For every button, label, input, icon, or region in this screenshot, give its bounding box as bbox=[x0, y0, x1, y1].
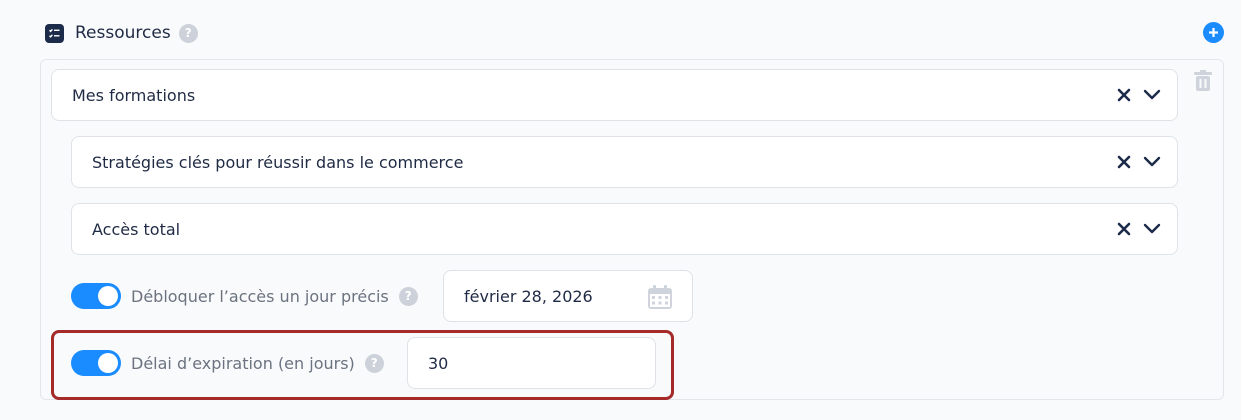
access-select[interactable]: Accès total bbox=[71, 203, 1178, 255]
expiration-label: Délai d’expiration (en jours) bbox=[131, 353, 355, 373]
course-select[interactable]: Stratégies clés pour réussir dans le com… bbox=[71, 136, 1178, 188]
chevron-down-icon[interactable] bbox=[1143, 223, 1161, 235]
access-value: Accès total bbox=[92, 219, 181, 239]
expiration-days-input[interactable]: 30 bbox=[407, 337, 656, 389]
unlock-date-input[interactable]: février 28, 2026 bbox=[443, 270, 693, 322]
toggle-knob bbox=[98, 286, 118, 306]
help-icon[interactable]: ? bbox=[364, 353, 384, 373]
chevron-down-icon[interactable] bbox=[1143, 89, 1161, 101]
clear-icon[interactable] bbox=[1117, 222, 1131, 236]
category-value: Mes formations bbox=[72, 85, 196, 105]
section-title: Ressources bbox=[75, 23, 171, 43]
clear-icon[interactable] bbox=[1117, 88, 1131, 102]
category-select[interactable]: Mes formations bbox=[51, 69, 1178, 121]
calendar-icon[interactable] bbox=[648, 285, 672, 313]
help-icon[interactable]: ? bbox=[398, 286, 418, 306]
plus-icon bbox=[1209, 28, 1218, 37]
clear-icon[interactable] bbox=[1117, 155, 1131, 169]
unlock-date-value: février 28, 2026 bbox=[464, 286, 593, 306]
trash-icon[interactable] bbox=[1194, 70, 1212, 95]
add-resource-button[interactable] bbox=[1203, 22, 1224, 43]
help-icon[interactable]: ? bbox=[178, 23, 198, 43]
expiration-option: Délai d’expiration (en jours) ? bbox=[131, 350, 384, 376]
resources-header: Ressources ? bbox=[45, 20, 198, 46]
chevron-down-icon[interactable] bbox=[1143, 156, 1161, 168]
unlock-date-label: Débloquer l’accès un jour précis bbox=[131, 286, 389, 306]
toggle-knob bbox=[98, 353, 118, 373]
expiration-days-value: 30 bbox=[428, 353, 449, 373]
expiration-toggle[interactable] bbox=[71, 350, 121, 376]
unlock-date-toggle[interactable] bbox=[71, 283, 121, 309]
course-value: Stratégies clés pour réussir dans le com… bbox=[92, 152, 464, 172]
checklist-icon bbox=[45, 23, 64, 43]
unlock-date-option: Débloquer l’accès un jour précis ? bbox=[131, 283, 418, 309]
